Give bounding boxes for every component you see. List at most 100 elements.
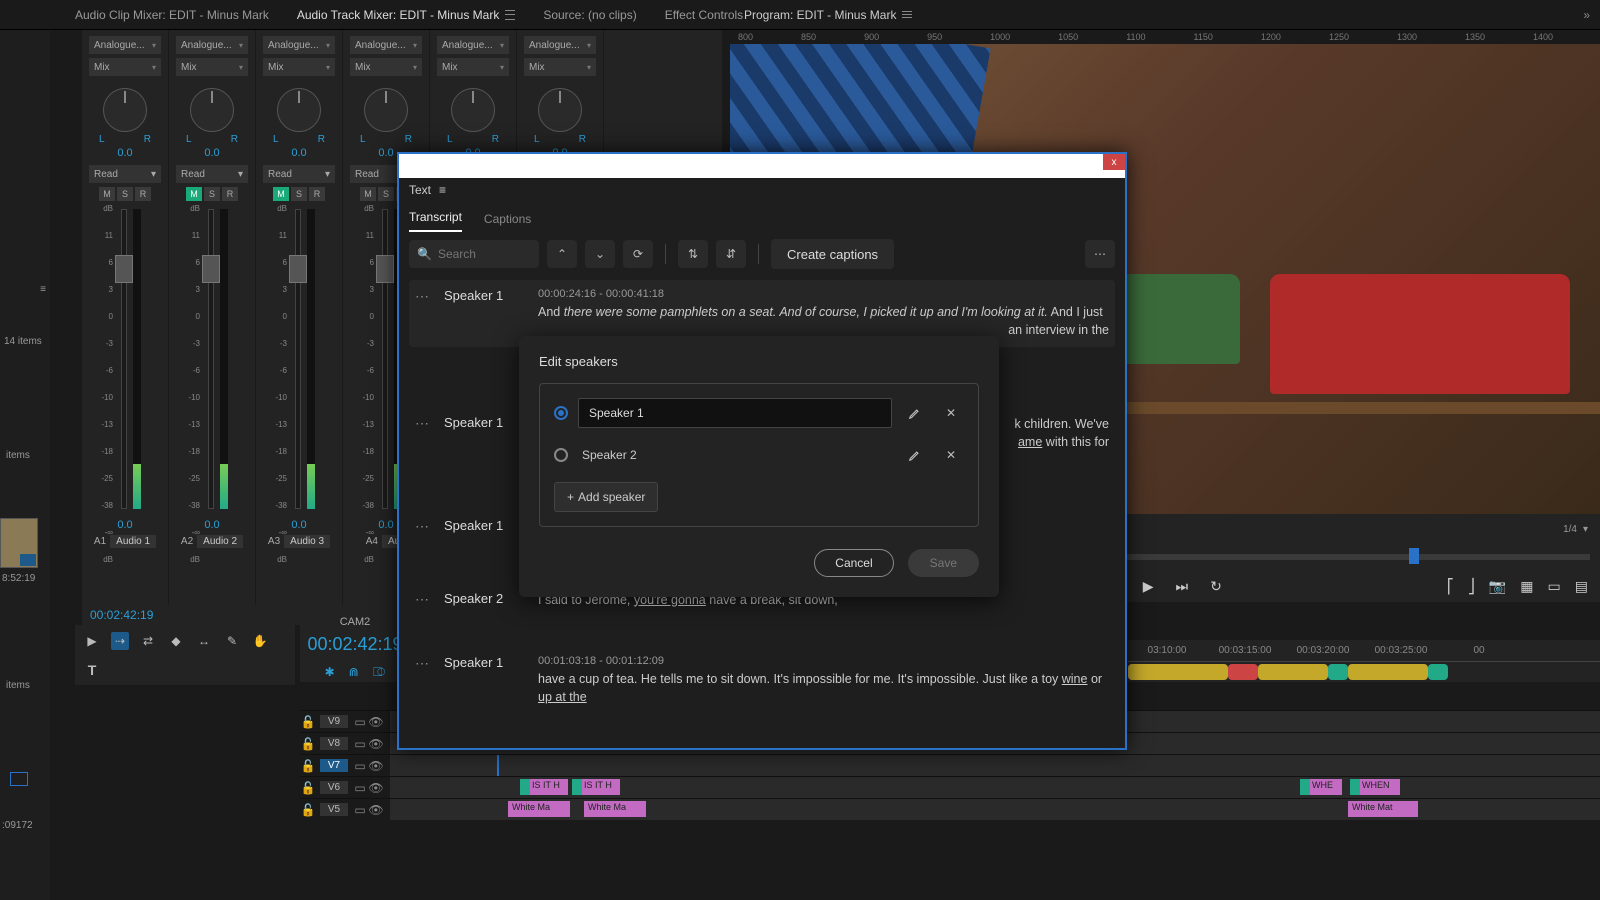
comparison-button[interactable]: ▦	[1520, 578, 1533, 595]
export-frame-button[interactable]: 📷	[1489, 578, 1506, 595]
send-dropdown[interactable]: Mix▾	[176, 58, 248, 76]
pan-knob[interactable]	[364, 88, 408, 132]
fx-dropdown[interactable]: Analogue...▾	[89, 36, 161, 54]
speaker-label[interactable]: Speaker 1	[444, 518, 524, 535]
track-lane[interactable]	[390, 755, 1600, 776]
speaker-name-label[interactable]: Speaker 2	[578, 448, 892, 462]
mark-in-button[interactable]: ⎡	[1447, 578, 1454, 595]
snap-icon[interactable]: ✱	[325, 665, 335, 680]
speaker-label[interactable]: Speaker 2	[444, 591, 524, 609]
track-name[interactable]: Audio 1	[110, 535, 156, 548]
fader[interactable]: dB11630-3-6-10-13-18-25-38-∞dB	[95, 205, 155, 515]
fx-dropdown[interactable]: Analogue...▾	[524, 36, 596, 54]
eye-icon[interactable]: 👁	[368, 759, 384, 773]
mark-out-button[interactable]: ⎦	[1468, 578, 1475, 595]
next-result-button[interactable]: ⌄	[585, 240, 615, 268]
speaker-radio[interactable]	[554, 448, 568, 462]
fx-dropdown[interactable]: Analogue...▾	[176, 36, 248, 54]
automation-dropdown[interactable]: Read▾	[89, 165, 161, 183]
mute-button[interactable]: M	[273, 187, 289, 201]
fader[interactable]: dB11630-3-6-10-13-18-25-38-∞dB	[182, 205, 242, 515]
track-toggle[interactable]: V9	[320, 715, 348, 728]
track-select-tool[interactable]: ⇢	[111, 632, 129, 650]
segment-menu-icon[interactable]: ⋯	[415, 415, 430, 451]
segment-text[interactable]: have a cup of tea. He tells me to sit do…	[538, 670, 1109, 706]
pan-knob[interactable]	[538, 88, 582, 132]
eye-icon[interactable]: 👁	[368, 803, 384, 817]
sync-lock-icon[interactable]: ▭	[352, 781, 368, 795]
transcript-segment[interactable]: ⋯ Speaker 1 00:01:03:18 - 00:01:12:09 ha…	[409, 647, 1115, 714]
track-name[interactable]: Audio 2	[197, 535, 243, 548]
hamburger-icon[interactable]	[505, 10, 515, 20]
segment-menu-icon[interactable]: ⋯	[415, 591, 430, 609]
solo-button[interactable]: S	[117, 187, 133, 201]
delete-icon[interactable]: ✕	[938, 442, 964, 468]
razor-tool[interactable]: ◆	[167, 632, 185, 650]
merge-up-button[interactable]: ⇅	[678, 240, 708, 268]
merge-down-button[interactable]: ⇵	[716, 240, 746, 268]
speaker-label[interactable]: Speaker 1	[444, 415, 524, 451]
marker-icon[interactable]: ⋒	[349, 665, 359, 680]
timeline-marker-bar[interactable]	[1128, 662, 1600, 682]
safe-margins-button[interactable]: ▭	[1548, 578, 1561, 595]
segment-menu-icon[interactable]: ⋯	[415, 655, 430, 706]
sync-lock-icon[interactable]: ▭	[352, 737, 368, 751]
lock-icon[interactable]: 🔓	[300, 715, 316, 729]
automation-dropdown[interactable]: Read▾	[263, 165, 335, 183]
mute-button[interactable]: M	[99, 187, 115, 201]
solo-button[interactable]: S	[291, 187, 307, 201]
track-toggle[interactable]: V6	[320, 781, 348, 794]
track-lane[interactable]: White Ma White Ma White Mat	[390, 799, 1600, 820]
record-button[interactable]: R	[222, 187, 238, 201]
save-button[interactable]: Save	[908, 549, 979, 577]
timeline-ruler[interactable]: 03:10:0000:03:15:0000:03:20:0000:03:25:0…	[1128, 640, 1600, 662]
settings-icon[interactable]: ⎄	[373, 665, 386, 680]
timecode[interactable]: 00:02:42:19	[90, 608, 153, 622]
clip[interactable]: WHEN	[1350, 779, 1400, 795]
hamburger-icon[interactable]: ≡	[439, 183, 446, 197]
solo-button[interactable]: S	[378, 187, 394, 201]
settings-button[interactable]: ▤	[1575, 578, 1588, 595]
search-field[interactable]	[438, 247, 528, 261]
fx-dropdown[interactable]: Analogue...▾	[263, 36, 335, 54]
tab-audio-track-mixer[interactable]: Audio Track Mixer: EDIT - Minus Mark	[297, 8, 516, 22]
sync-lock-icon[interactable]: ▭	[352, 759, 368, 773]
record-button[interactable]: R	[309, 187, 325, 201]
lock-icon[interactable]: 🔓	[300, 803, 316, 817]
tab-audio-clip-mixer[interactable]: Audio Clip Mixer: EDIT - Minus Mark	[75, 8, 269, 22]
close-button[interactable]: x	[1103, 154, 1125, 170]
track-toggle[interactable]: V8	[320, 737, 348, 750]
send-dropdown[interactable]: Mix▾	[350, 58, 422, 76]
type-tool[interactable]: T	[83, 661, 101, 679]
hamburger-icon[interactable]	[902, 11, 912, 18]
slip-tool[interactable]: ↔	[195, 632, 213, 650]
transcript-list[interactable]: ⋯ Speaker 1 00:00:24:16 - 00:00:41:18 An…	[399, 276, 1125, 746]
pan-knob[interactable]	[103, 88, 147, 132]
sequence-name[interactable]: CAM2	[300, 616, 410, 628]
edit-icon[interactable]	[902, 442, 928, 468]
pan-knob[interactable]	[451, 88, 495, 132]
record-button[interactable]: R	[135, 187, 151, 201]
step-fwd-button[interactable]: ⏭	[1176, 578, 1189, 595]
mute-button[interactable]: M	[360, 187, 376, 201]
view-toggle-icon[interactable]	[10, 772, 28, 786]
prev-result-button[interactable]: ⌃	[547, 240, 577, 268]
eye-icon[interactable]: 👁	[368, 715, 384, 729]
segment-text[interactable]: And there were some pamphlets on a seat.…	[538, 303, 1109, 321]
loop-button[interactable]: ↻	[1210, 578, 1222, 595]
track-name[interactable]: Audio 3	[284, 535, 330, 548]
playhead-line[interactable]	[497, 755, 499, 776]
clip[interactable]: WHE	[1300, 779, 1342, 795]
clip[interactable]: White Ma	[508, 801, 570, 817]
create-captions-button[interactable]: Create captions	[771, 239, 894, 269]
track-lane[interactable]: IS IT H IS IT H WHE WHEN	[390, 777, 1600, 798]
play-button[interactable]: ▶	[1143, 578, 1154, 595]
send-dropdown[interactable]: Mix▾	[437, 58, 509, 76]
selection-tool[interactable]: ▶	[83, 632, 101, 650]
segment-menu-icon[interactable]: ⋯	[415, 518, 430, 535]
sequence-timecode[interactable]: 00:02:42:19	[300, 634, 410, 655]
solo-button[interactable]: S	[204, 187, 220, 201]
automation-dropdown[interactable]: Read▾	[176, 165, 248, 183]
clip[interactable]: White Ma	[584, 801, 646, 817]
lock-icon[interactable]: 🔓	[300, 737, 316, 751]
